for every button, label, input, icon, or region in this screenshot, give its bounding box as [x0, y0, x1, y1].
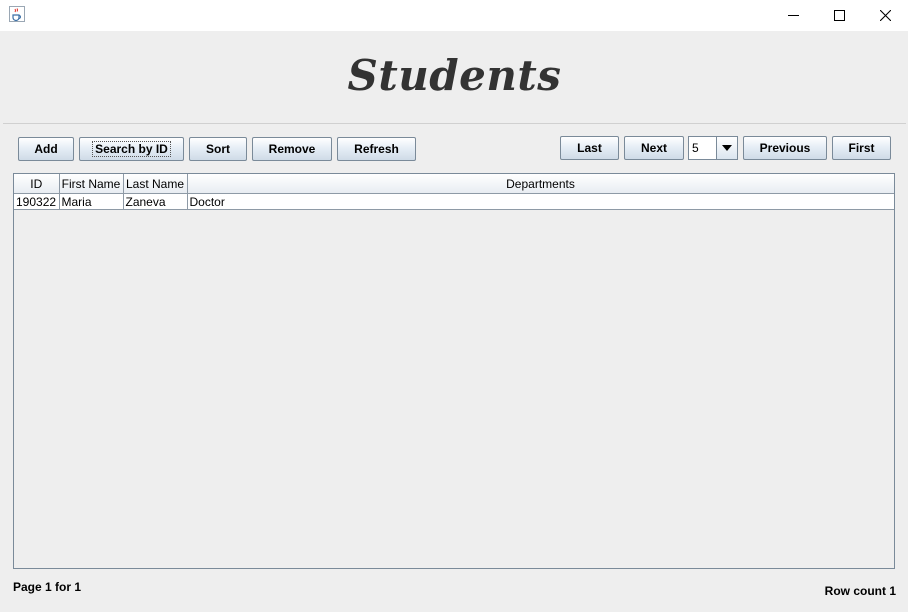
- header-panel: Students: [3, 31, 906, 124]
- refresh-button[interactable]: Refresh: [337, 137, 416, 161]
- chevron-down-icon[interactable]: [716, 137, 737, 159]
- page-title: Students: [347, 51, 562, 100]
- first-page-button-label: First: [848, 141, 875, 155]
- add-button[interactable]: Add: [18, 137, 74, 161]
- sort-button[interactable]: Sort: [189, 137, 247, 161]
- column-header-id[interactable]: ID: [14, 174, 60, 194]
- search-by-id-button[interactable]: Search by ID: [79, 137, 184, 161]
- page-size-value: 5: [692, 141, 699, 155]
- page-size-select[interactable]: 5: [688, 136, 738, 160]
- table-cell-departments[interactable]: Doctor: [187, 193, 894, 210]
- table-cell-last-name[interactable]: Zaneva: [123, 193, 188, 210]
- row-count-label: Row count 1: [824, 584, 896, 598]
- add-button-label: Add: [34, 142, 58, 156]
- minimize-icon: [787, 15, 799, 16]
- close-icon: [879, 10, 891, 21]
- next-page-button[interactable]: Next: [624, 136, 684, 160]
- table-cell-id[interactable]: 190322: [14, 193, 60, 210]
- last-page-button[interactable]: Last: [560, 136, 619, 160]
- window-titlebar: [0, 0, 908, 31]
- students-table[interactable]: ID First Name Last Name Departments 1903…: [14, 174, 894, 210]
- remove-button-label: Remove: [268, 142, 316, 156]
- previous-page-button-label: Previous: [759, 141, 811, 155]
- page-info-label: Page 1 for 1: [13, 580, 82, 594]
- column-header-first-name[interactable]: First Name: [59, 174, 124, 194]
- search-by-id-button-label: Search by ID: [92, 141, 171, 157]
- maximize-icon: [833, 10, 845, 21]
- table-cell-first-name[interactable]: Maria: [59, 193, 124, 210]
- java-cup-icon: [9, 6, 25, 22]
- remove-button[interactable]: Remove: [252, 137, 332, 161]
- last-page-button-label: Last: [577, 141, 602, 155]
- students-table-scrollpane[interactable]: ID First Name Last Name Departments 1903…: [13, 173, 895, 569]
- table-row[interactable]: 190322 Maria Zaneva Doctor: [14, 193, 894, 210]
- refresh-button-label: Refresh: [354, 142, 399, 156]
- column-header-departments[interactable]: Departments: [187, 174, 894, 194]
- sort-button-label: Sort: [206, 142, 230, 156]
- minimize-button[interactable]: [770, 0, 816, 31]
- previous-page-button[interactable]: Previous: [743, 136, 827, 160]
- close-button[interactable]: [862, 0, 908, 31]
- table-header-row: ID First Name Last Name Departments: [14, 174, 894, 194]
- maximize-button[interactable]: [816, 0, 862, 31]
- column-header-last-name[interactable]: Last Name: [123, 174, 188, 194]
- first-page-button[interactable]: First: [832, 136, 891, 160]
- next-page-button-label: Next: [640, 141, 667, 155]
